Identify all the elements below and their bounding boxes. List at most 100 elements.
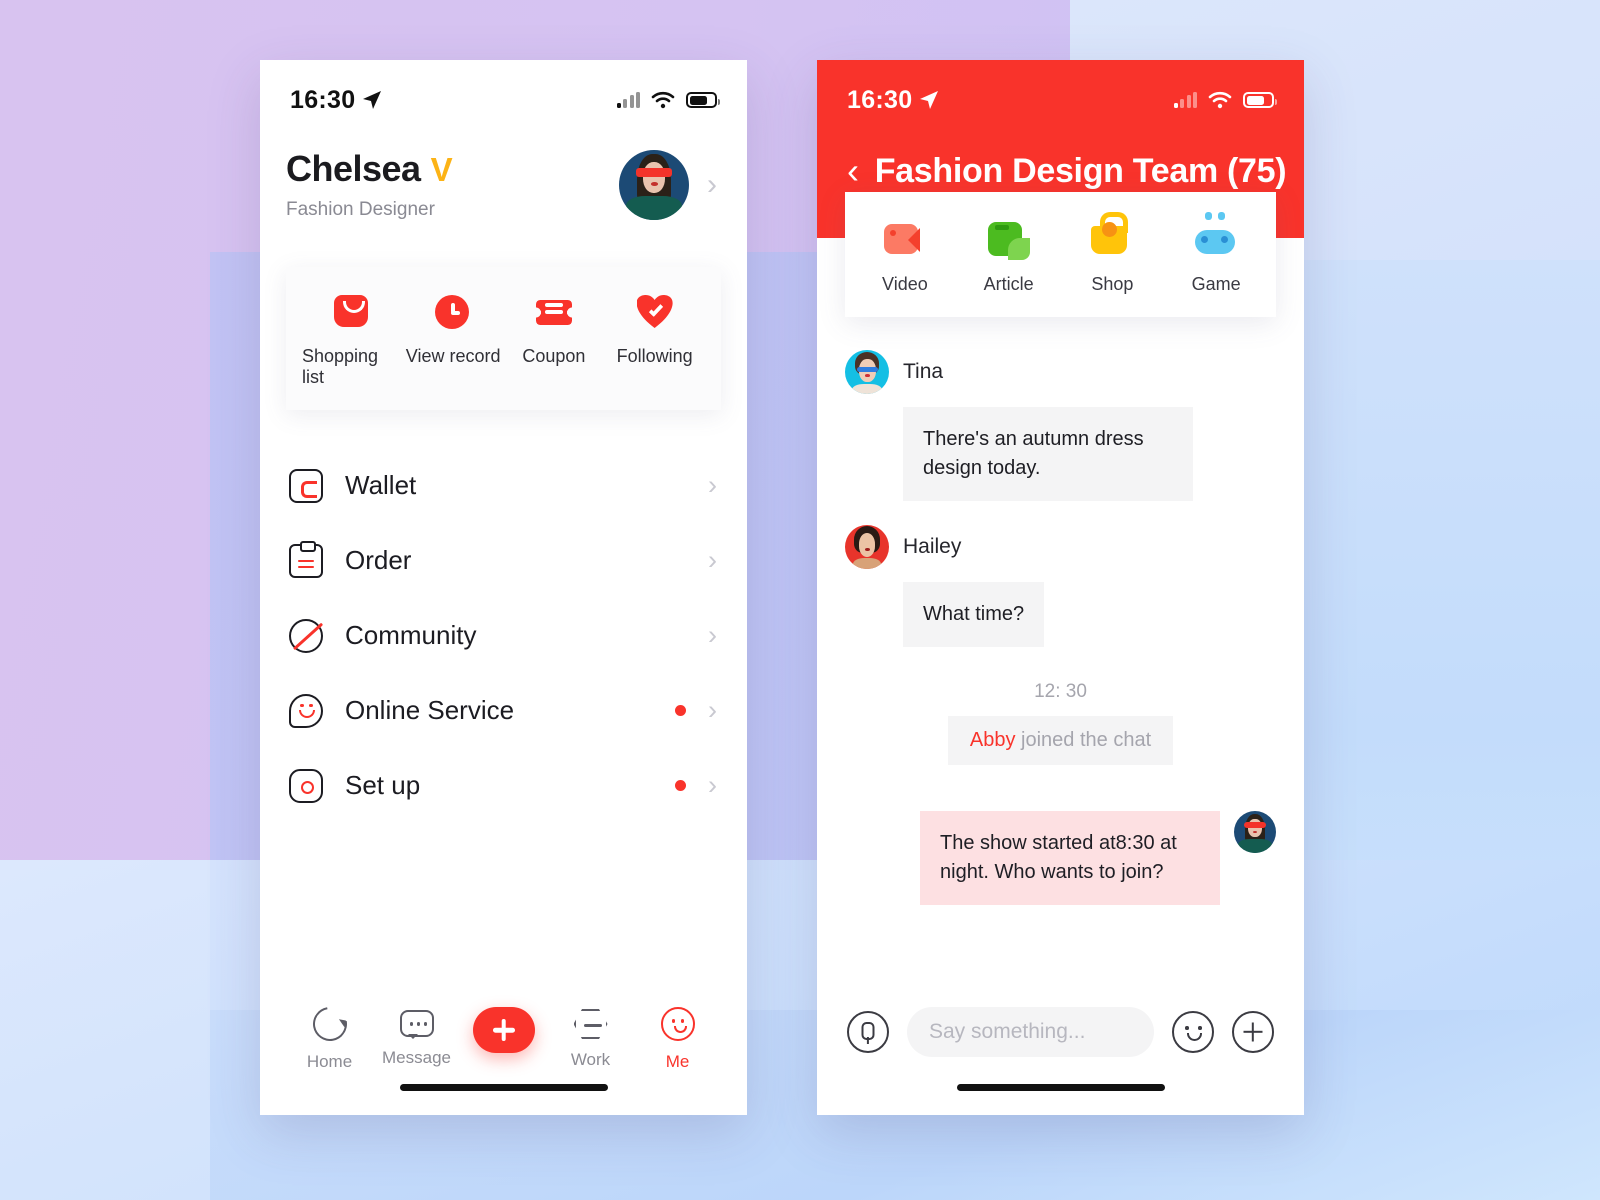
home-indicator — [956, 1084, 1165, 1091]
quick-action-following[interactable]: Following — [604, 295, 705, 388]
signal-bars-icon — [616, 92, 640, 108]
community-icon — [289, 618, 323, 653]
tab-game[interactable]: Game — [1164, 218, 1268, 295]
heart-check-icon — [637, 295, 673, 331]
plus-circle-icon[interactable] — [1232, 1011, 1274, 1053]
tab-shop[interactable]: Shop — [1061, 218, 1165, 295]
menu-item-order[interactable]: Order › — [260, 523, 747, 598]
tab-article[interactable]: Article — [957, 218, 1061, 295]
status-badge — [675, 780, 686, 791]
tab-message[interactable]: Message — [373, 1007, 460, 1068]
message-bubble-outgoing: The show started at8:30 at night. Who wa… — [920, 811, 1220, 905]
status-bar: 16:30 — [260, 60, 747, 122]
profile-name-row: Chelsea V — [286, 148, 619, 190]
message-sender-name: Hailey — [903, 535, 962, 558]
add-button[interactable] — [472, 1007, 535, 1053]
quick-action-label: Coupon — [522, 346, 586, 366]
status-time: 16:30 — [847, 85, 913, 114]
avatar[interactable] — [845, 350, 889, 394]
location-arrow-icon — [363, 91, 382, 109]
system-message: Abby joined the chat — [947, 716, 1174, 765]
chat-message-list: Tina There's an autumn dress design toda… — [817, 238, 1304, 905]
avatar[interactable] — [845, 525, 889, 569]
menu-item-label: Wallet — [345, 470, 417, 500]
tab-label: Home — [306, 1052, 353, 1071]
message-input[interactable]: Say something... — [907, 1007, 1154, 1057]
menu-item-wallet[interactable]: Wallet › — [260, 448, 747, 523]
menu-item-online-service[interactable]: Online Service › — [260, 673, 747, 748]
wifi-icon — [651, 91, 675, 109]
profile-text: Chelsea V Fashion Designer — [286, 148, 619, 221]
work-icon — [573, 1009, 608, 1039]
system-message-user: Abby — [969, 729, 1016, 751]
tab-label: Work — [570, 1050, 611, 1069]
tab-label: Shop — [1091, 274, 1134, 294]
me-icon — [660, 1007, 695, 1041]
chevron-right-icon: › — [708, 470, 717, 500]
clock-icon — [435, 295, 471, 331]
video-icon — [883, 218, 926, 260]
message-sender-row: Tina — [845, 350, 1276, 394]
menu-item-label: Order — [345, 545, 412, 575]
quick-actions-card: Shopping list View record Coupon Followi… — [286, 267, 721, 410]
smiley-icon[interactable] — [1172, 1011, 1214, 1053]
menu-item-label: Community — [345, 620, 477, 650]
status-indicators — [616, 91, 720, 109]
background-canvas: 16:30 Chelsea V Fashion Designer › Shopp… — [0, 0, 1600, 1200]
battery-icon — [686, 92, 720, 108]
tab-label: Message — [382, 1048, 451, 1067]
back-icon[interactable]: ‹ — [847, 153, 859, 189]
profile-header[interactable]: Chelsea V Fashion Designer › — [260, 122, 747, 221]
signal-bars-icon — [1173, 92, 1197, 108]
tab-label: Article — [983, 274, 1034, 294]
quick-action-shopping-list[interactable]: Shopping list — [302, 295, 403, 388]
menu-item-set-up[interactable]: Set up › — [260, 748, 747, 823]
quick-action-coupon[interactable]: Coupon — [504, 295, 605, 388]
microphone-icon[interactable] — [847, 1011, 889, 1053]
tab-video[interactable]: Video — [853, 218, 957, 295]
chat-message-tina: Tina There's an autumn dress design toda… — [845, 350, 1276, 501]
chat-message-outgoing: The show started at8:30 at night. Who wa… — [845, 811, 1276, 905]
message-bubble: There's an autumn dress design today. — [903, 407, 1193, 501]
phone-chat-screen: 16:30 ‹ Fashion Design Team (75) Video A… — [817, 60, 1304, 1115]
message-bubble: What time? — [903, 582, 1045, 647]
article-icon — [987, 218, 1030, 260]
menu-item-community[interactable]: Community › — [260, 598, 747, 673]
message-sender-name: Tina — [903, 360, 944, 383]
status-time-group: 16:30 — [847, 86, 939, 115]
chat-composer: Say something... — [817, 985, 1304, 1115]
tab-me[interactable]: Me — [634, 1007, 721, 1072]
quick-action-label: View record — [405, 346, 501, 366]
avatar[interactable] — [619, 149, 689, 220]
status-time: 16:30 — [290, 85, 356, 114]
feature-tab-card: Video Article Shop Game — [845, 192, 1276, 317]
quick-action-label: Following — [616, 346, 693, 366]
shopping-bag-icon — [334, 295, 370, 331]
chat-timestamp: 12: 30 — [1034, 681, 1087, 702]
chevron-right-icon: › — [708, 770, 717, 800]
battery-icon — [1243, 92, 1277, 108]
chevron-right-icon: › — [708, 620, 717, 650]
message-icon — [399, 1010, 434, 1039]
location-arrow-icon — [920, 91, 939, 109]
phone-profile-screen: 16:30 Chelsea V Fashion Designer › Shopp… — [260, 60, 747, 1115]
game-icon — [1195, 218, 1237, 260]
profile-role: Fashion Designer — [286, 199, 435, 220]
menu-item-label: Online Service — [345, 695, 515, 725]
chevron-right-icon[interactable]: › — [707, 168, 717, 202]
tab-work[interactable]: Work — [547, 1007, 634, 1070]
page-title: Chelsea — [286, 148, 421, 189]
status-badge — [675, 705, 686, 716]
message-input-placeholder: Say something... — [929, 1020, 1086, 1043]
bottom-tab-bar: Home Message Work Me — [260, 985, 747, 1115]
tab-home[interactable]: Home — [286, 1000, 373, 1072]
status-time-group: 16:30 — [290, 86, 382, 115]
system-message-wrap: Abby joined the chat — [845, 716, 1276, 765]
tab-label: Video — [882, 274, 928, 294]
home-icon — [305, 1000, 354, 1048]
system-message-text: joined the chat — [1015, 729, 1152, 751]
quick-action-view-record[interactable]: View record — [403, 295, 504, 388]
service-icon — [289, 693, 323, 728]
settings-icon — [289, 768, 323, 803]
avatar[interactable] — [1234, 811, 1276, 853]
